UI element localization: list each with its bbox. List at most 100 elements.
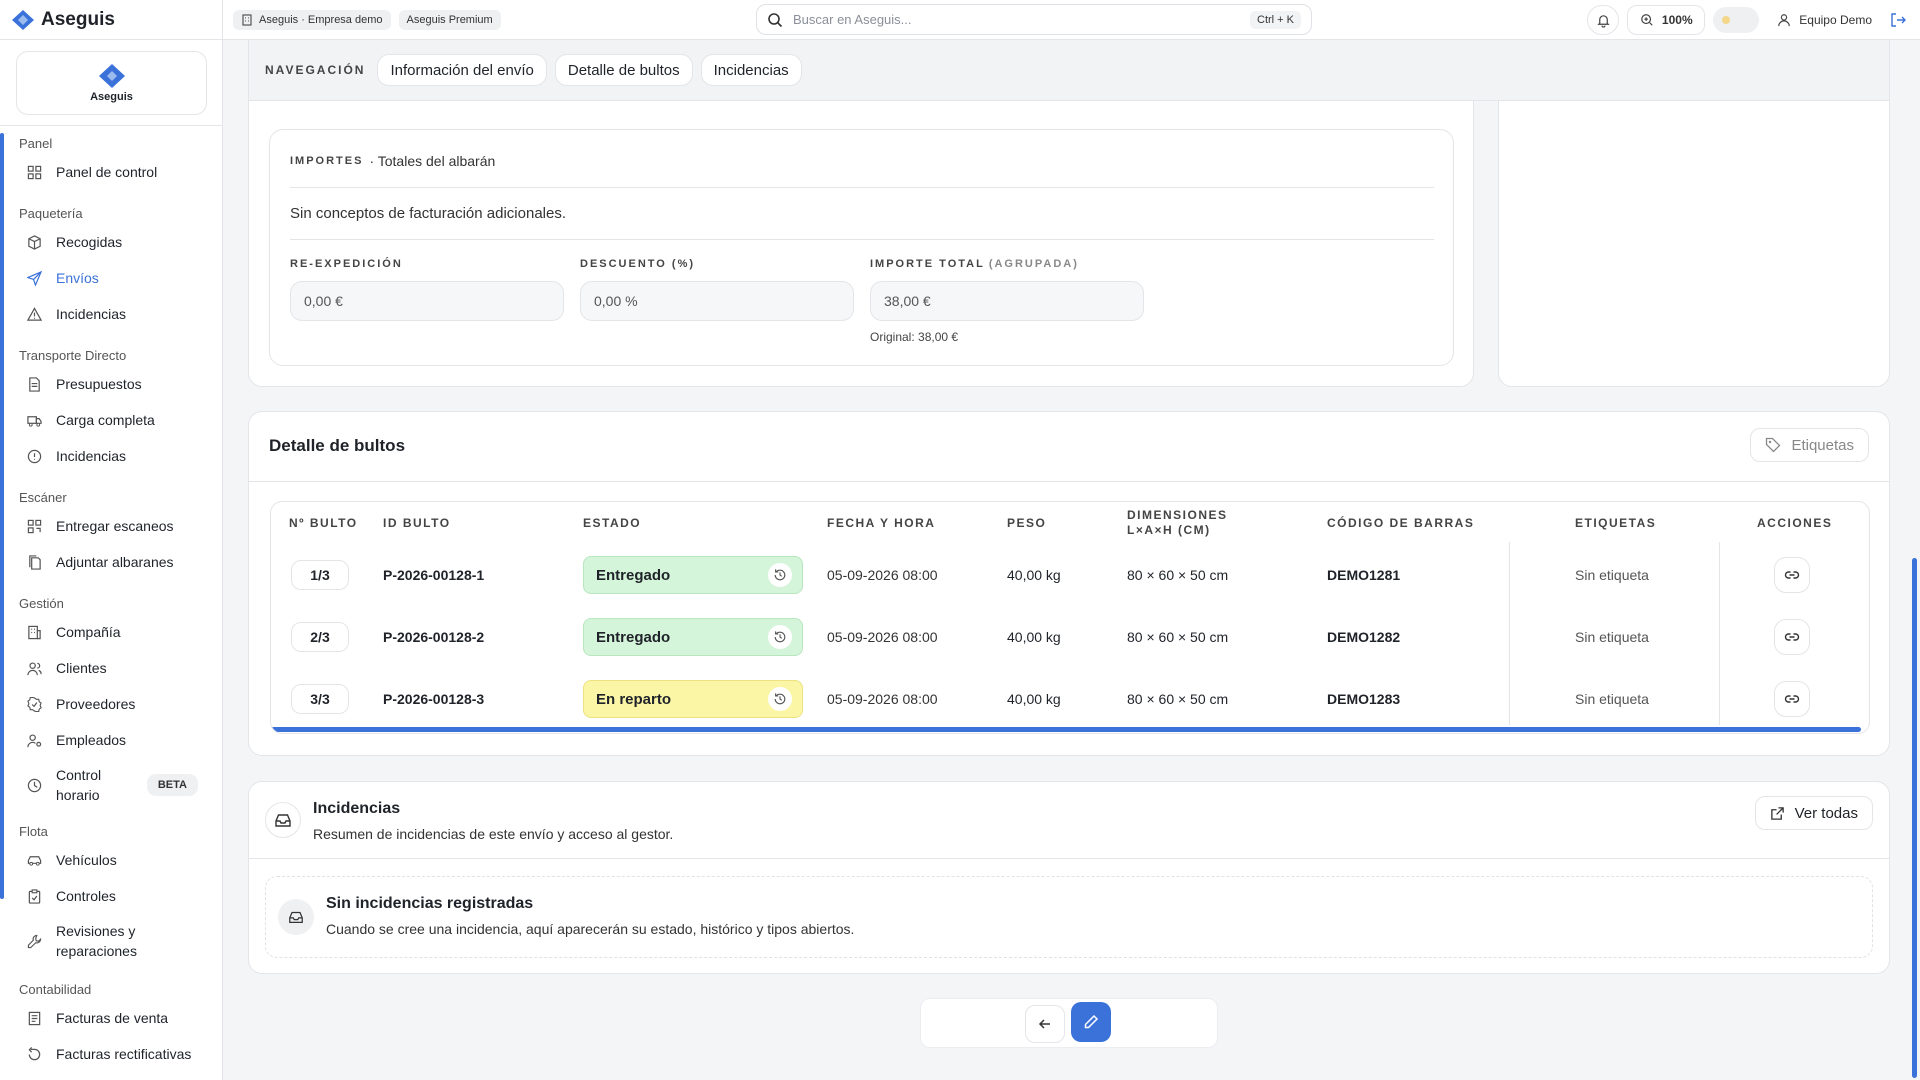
car-icon	[27, 855, 42, 866]
bulto-fecha: 05-09-2026 08:00	[827, 691, 938, 707]
sidebar-item-controles[interactable]: Controles	[0, 878, 222, 914]
user-menu[interactable]: Equipo Demo	[1767, 13, 1882, 27]
sidebar-group-paqueteria: Paquetería	[19, 206, 83, 221]
receipt-icon	[28, 1011, 41, 1025]
bultos-title: Detalle de bultos	[269, 436, 406, 455]
sidebar-item-carga-completa[interactable]: Carga completa	[0, 402, 222, 438]
empty-title: Sin incidencias registradas	[326, 895, 534, 912]
logout-icon[interactable]	[1890, 12, 1906, 28]
pencil-icon	[1084, 1014, 1099, 1029]
sidebar-group-gestion: Gestión	[19, 596, 64, 611]
table-row: 1/3 P-2026-00128-1 Entregado 05-09-2026 …	[271, 544, 1869, 606]
reexpedicion-field[interactable]: 0,00 €	[290, 281, 564, 321]
reexpedicion-label: RE-EXPEDICIÓN	[290, 258, 403, 270]
sidebar-item-compania[interactable]: Compañía	[0, 614, 222, 650]
sidebar-item-facturas-rectificativas[interactable]: Facturas rectificativas	[0, 1036, 222, 1072]
section-nav: NAVEGACIÓN Información del envío Detalle…	[248, 40, 1890, 101]
bell-icon	[1597, 14, 1610, 28]
package-icon	[28, 234, 41, 250]
sidebar-item-entregar-escaneos[interactable]: Entregar escaneos	[0, 508, 222, 544]
sidebar-logo[interactable]: Aseguis	[16, 51, 207, 115]
dashboard-icon	[27, 165, 42, 179]
link-button[interactable]	[1774, 681, 1810, 717]
importes-subtitle: · Totales del albarán	[369, 153, 496, 169]
tab-label: Información del envío	[390, 61, 534, 79]
aseguis-logo-icon	[98, 64, 125, 88]
sidebar-item-facturas-venta[interactable]: Facturas de venta	[0, 1000, 222, 1036]
qr-scan-icon	[27, 519, 42, 533]
importe-total-field[interactable]: 38,00 €	[870, 281, 1144, 321]
history-button[interactable]	[768, 687, 792, 711]
sidebar-item-envios[interactable]: Envíos	[0, 260, 222, 296]
history-button[interactable]	[768, 625, 792, 649]
arrow-left-icon	[1038, 1019, 1050, 1029]
search-input[interactable]: Buscar en Aseguis... Ctrl + K	[756, 4, 1312, 35]
sidebar-item-empleados[interactable]: Empleados	[0, 722, 222, 758]
sidebar-item-label: Control horario	[56, 767, 102, 803]
building-icon	[28, 625, 41, 639]
sidebar-item-incidencias-paqueteria[interactable]: Incidencias	[0, 296, 222, 332]
scrollbar-thumb[interactable]	[271, 727, 1861, 732]
sidebar-item-incidencias-transporte[interactable]: Incidencias	[0, 438, 222, 474]
column-header: ACCIONES	[1757, 516, 1833, 530]
ver-todas-button[interactable]: Ver todas	[1754, 796, 1873, 830]
brand[interactable]: Aseguis	[0, 0, 223, 40]
page-scrollbar-thumb[interactable]	[1912, 558, 1917, 1078]
sun-icon	[1722, 16, 1731, 24]
search-placeholder: Buscar en Aseguis...	[793, 12, 912, 27]
zoom-in-icon	[1641, 14, 1653, 26]
descuento-field[interactable]: 0,00 %	[580, 281, 854, 321]
beta-badge: BETA	[146, 774, 198, 796]
tab-label: Detalle de bultos	[567, 61, 680, 79]
zoom-button[interactable]: 100%	[1627, 5, 1706, 35]
sidebar-item-adjuntar-albaranes[interactable]: Adjuntar albaranes	[0, 544, 222, 580]
link-button[interactable]	[1774, 619, 1810, 655]
status-badge: Entregado	[583, 556, 803, 594]
status-badge: Entregado	[583, 618, 803, 656]
bulto-dimensiones: 80 × 60 × 50 cm	[1127, 567, 1229, 583]
link-button[interactable]	[1774, 557, 1810, 593]
top-bar: Aseguis Aseguis · Empresa demo Aseguis P…	[0, 0, 1920, 40]
incidencias-subtitle: Resumen de incidencias de este envío y a…	[313, 826, 674, 842]
company-chip[interactable]: Aseguis · Empresa demo	[233, 9, 391, 30]
sidebar-item-panel-de-control[interactable]: Panel de control	[0, 154, 222, 190]
inbox-icon	[275, 814, 291, 827]
sidebar-group-contabilidad: Contabilidad	[19, 982, 92, 997]
sidebar-item-control-horario[interactable]: Control horario BETA	[0, 758, 222, 812]
sidebar-item-presupuestos[interactable]: Presupuestos	[0, 366, 222, 402]
user-name: Equipo Demo	[1799, 13, 1872, 27]
sidebar-item-proveedores[interactable]: Proveedores	[0, 686, 222, 722]
sidebar-item-label: Empleados	[56, 732, 127, 748]
rotate-ccw-icon	[28, 1046, 41, 1060]
sidebar-item-clientes[interactable]: Clientes	[0, 650, 222, 686]
tab-detalle-bultos[interactable]: Detalle de bultos	[554, 54, 693, 86]
bulto-fecha: 05-09-2026 08:00	[827, 567, 938, 583]
status-badge: En reparto	[583, 680, 803, 718]
etiquetas-button[interactable]: Etiquetas	[1750, 428, 1869, 462]
importes-card: IMPORTES · Totales del albarán Sin conce…	[269, 129, 1454, 366]
edit-button[interactable]	[1071, 1002, 1111, 1042]
table-horizontal-scrollbar[interactable]	[271, 725, 1869, 733]
column-header: ESTADO	[583, 516, 642, 530]
bulto-number: 2/3	[291, 622, 349, 652]
link-icon	[1784, 571, 1800, 579]
column-header: ID BULTO	[383, 516, 451, 530]
notifications-button[interactable]	[1587, 5, 1620, 35]
column-header: DIMENSIONES L×A×H (CM)	[1127, 508, 1228, 537]
theme-toggle[interactable]	[1713, 7, 1760, 33]
bulto-etiqueta: Sin etiqueta	[1575, 691, 1649, 707]
tab-incidencias[interactable]: Incidencias	[700, 54, 802, 86]
sidebar-item-vehiculos[interactable]: Vehículos	[0, 842, 222, 878]
sidebar-item-recogidas[interactable]: Recogidas	[0, 224, 222, 260]
sidebar-item-revisiones[interactable]: Revisiones y reparaciones	[0, 914, 222, 968]
divider	[249, 858, 1889, 859]
tab-informacion-envio[interactable]: Información del envío	[377, 54, 547, 86]
bulto-peso: 40,00 kg	[1007, 629, 1061, 645]
sidebar-nav: Panel Panel de control Paquetería Recogi…	[0, 130, 222, 1072]
sidebar: Aseguis Panel Panel de control Paqueterí…	[0, 40, 223, 1080]
user-icon	[1778, 14, 1791, 27]
bultos-table: Nº BULTO ID BULTO ESTADO FECHA Y HORA PE…	[270, 501, 1870, 734]
back-button[interactable]	[1025, 1005, 1065, 1043]
status-label: Entregado	[596, 566, 671, 584]
history-button[interactable]	[768, 563, 792, 587]
